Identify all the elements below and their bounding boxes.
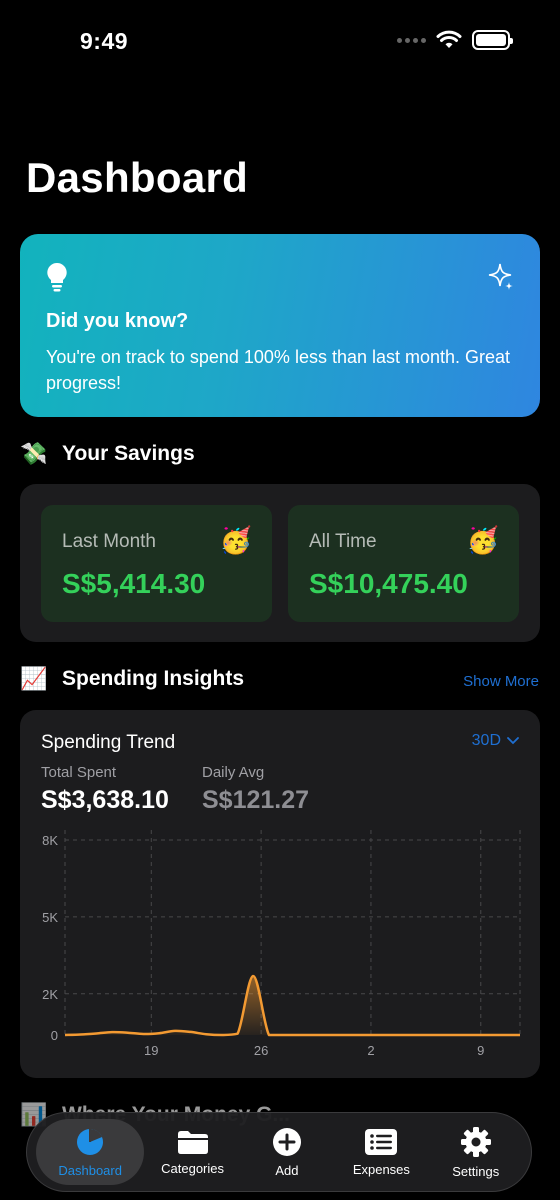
- spending-area: [65, 976, 520, 1035]
- plus-circle-icon: [272, 1127, 301, 1156]
- tab-categories[interactable]: Categories: [147, 1119, 239, 1185]
- tip-title: Did you know?: [46, 310, 189, 332]
- wifi-icon: [436, 30, 462, 48]
- y-tick-label: 5K: [42, 910, 58, 925]
- money-wings-emoji: 💸: [20, 441, 48, 466]
- saving-tile-all-time[interactable]: All Time 🥳 S$10,475.40: [288, 505, 519, 622]
- party-face-emoji: 🥳: [219, 525, 252, 555]
- pie-chart-icon: [77, 1128, 104, 1155]
- battery-icon: [472, 30, 513, 50]
- insights-heading: Spending Insights: [62, 667, 244, 690]
- y-tick-label: 8K: [42, 833, 58, 848]
- spending-trend-chart: 0 2K 5K 8K 19 26 2 9: [42, 830, 521, 1058]
- status-time: 9:49: [80, 28, 129, 54]
- sparkles-icon: [488, 263, 513, 290]
- spending-trend-card: Spending Trend 30D Total Spent S$3,638.1…: [20, 710, 540, 1078]
- tab-bar: Dashboard Categories Add Expenses Settin…: [26, 1112, 532, 1192]
- tab-label: Settings: [452, 1163, 500, 1179]
- y-tick-label: 2K: [42, 987, 58, 1002]
- party-face-emoji: 🥳: [466, 525, 499, 555]
- tab-label: Categories: [161, 1160, 225, 1176]
- tab-label: Add: [275, 1162, 299, 1178]
- savings-heading: Your Savings: [62, 442, 195, 465]
- y-tick-label: 0: [51, 1028, 58, 1043]
- tab-label: Expenses: [352, 1161, 410, 1177]
- x-tick-label: 19: [144, 1043, 158, 1058]
- tab-label: Dashboard: [58, 1162, 122, 1178]
- saving-tile-last-month[interactable]: Last Month 🥳 S$5,414.30: [41, 505, 272, 622]
- status-bar: 9:49: [0, 0, 560, 84]
- show-more-link[interactable]: Show More: [463, 673, 539, 690]
- saving-label: Last Month: [62, 531, 156, 552]
- page-title: Dashboard: [26, 154, 249, 201]
- cellular-signal-icon: [397, 37, 426, 43]
- tab-add[interactable]: Add: [241, 1119, 333, 1185]
- insights-section-header: 📈 Spending Insights: [20, 666, 244, 692]
- lightbulb-icon: [47, 262, 67, 292]
- x-tick-label: 26: [254, 1043, 268, 1058]
- chart-increasing-emoji: 📈: [20, 666, 48, 691]
- x-tick-label: 2: [367, 1043, 374, 1058]
- tab-settings[interactable]: Settings: [430, 1119, 522, 1185]
- spending-line: [64, 974, 520, 1037]
- list-icon: [365, 1128, 398, 1155]
- tip-text: You're on track to spend 100% less than …: [46, 347, 511, 393]
- saving-label: All Time: [309, 531, 377, 552]
- status-icons: [397, 30, 513, 50]
- savings-panel: Last Month 🥳 S$5,414.30 All Time 🥳 S$10,…: [20, 484, 540, 642]
- gear-icon: [460, 1126, 491, 1157]
- insight-tip-card[interactable]: Did you know? You're on track to spend 1…: [20, 234, 540, 417]
- tab-expenses[interactable]: Expenses: [335, 1119, 427, 1185]
- tab-dashboard[interactable]: Dashboard: [36, 1119, 145, 1185]
- x-tick-label: 9: [477, 1043, 484, 1058]
- savings-section-header: 💸 Your Savings: [20, 441, 195, 467]
- folder-icon: [177, 1130, 208, 1154]
- saving-value: S$10,475.40: [309, 568, 468, 599]
- saving-value: S$5,414.30: [62, 568, 206, 599]
